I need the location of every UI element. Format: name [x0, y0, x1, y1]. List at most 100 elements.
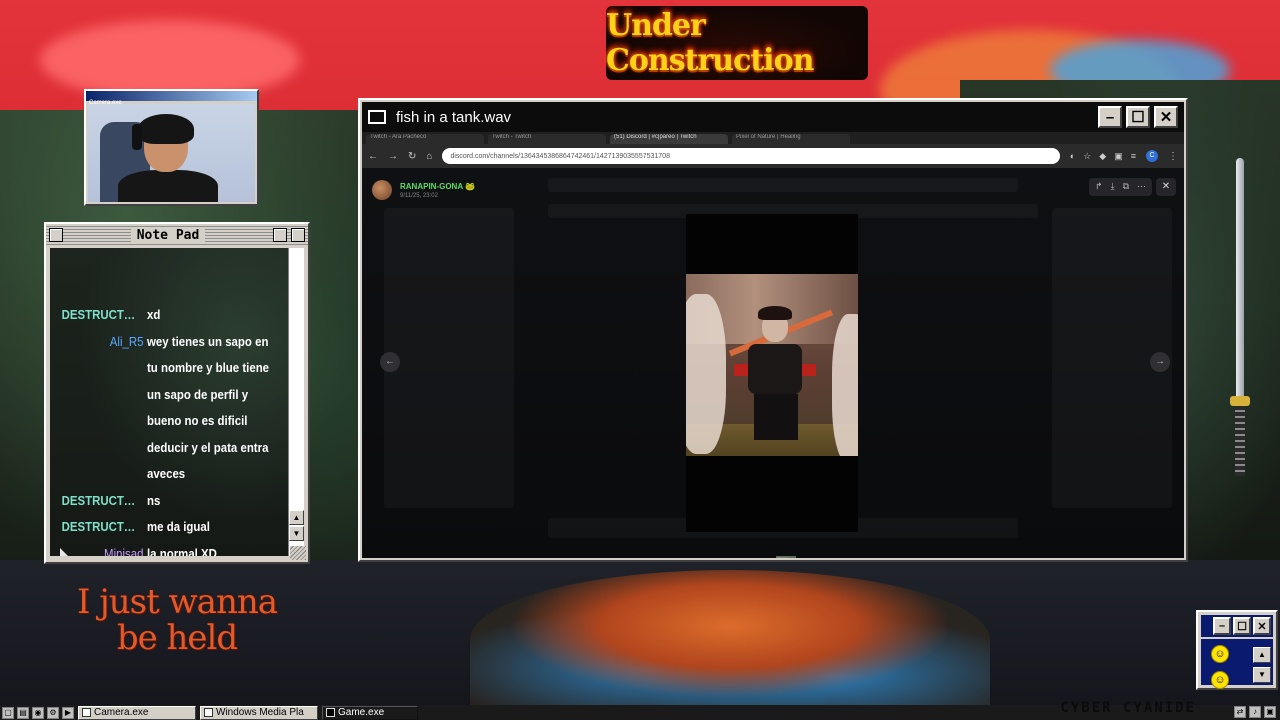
forward-share-icon[interactable]: ↱: [1095, 181, 1103, 193]
home-icon[interactable]: ⌂: [426, 151, 432, 162]
chat-text: la normal XD: [147, 545, 217, 557]
browser-tab[interactable]: Twitch - Ara Pacheco: [366, 134, 484, 144]
smiley-icon: ☺: [1211, 671, 1229, 689]
maximize-button[interactable]: ☐: [1126, 106, 1150, 128]
window-icon: [368, 110, 386, 124]
poster-name[interactable]: RANAPIN-GONA 🐸: [400, 182, 475, 191]
media-control-icon[interactable]: ≡: [1131, 151, 1136, 162]
eye-off-icon[interactable]: ◐: [1070, 151, 1075, 162]
widget-close-button[interactable]: ✕: [1253, 617, 1271, 635]
quick-launch-icon[interactable]: ⚙: [47, 706, 59, 719]
katana-grip: [1235, 406, 1245, 476]
taskbar-game[interactable]: Game.exe: [322, 705, 418, 720]
camera-app-icon: [82, 708, 91, 717]
sky-highlight: [40, 20, 300, 100]
caption-line-2: be held: [116, 618, 238, 658]
media-hand-right: [832, 314, 858, 456]
widget-titlebar[interactable]: – ☐ ✕: [1201, 615, 1273, 637]
media-window-titlebar[interactable]: fish in a tank.wav – ☐ ✕: [362, 102, 1184, 132]
close-button[interactable]: ✕: [1154, 106, 1178, 128]
forward-arrow-icon[interactable]: →: [388, 151, 398, 162]
star-icon[interactable]: ☆: [1083, 151, 1091, 162]
media-figure-hair: [758, 306, 792, 320]
chat-username: DESTRUCTOR...: [61, 519, 147, 534]
chat-text: ns: [147, 492, 161, 508]
dimmed-channel-header: [548, 178, 1018, 192]
webcam-feed: [88, 104, 255, 202]
chat-text: xd: [147, 307, 161, 322]
taskbar-media-player[interactable]: Windows Media Pla: [200, 705, 318, 720]
widget-minimize-button[interactable]: –: [1213, 617, 1231, 635]
browser-tab-active[interactable]: (51) Discord | #c|pareo | Twitch: [610, 134, 728, 144]
chat-text: me da igual: [147, 519, 210, 534]
camera-window-titlebar[interactable]: Camera.exe: [86, 91, 257, 106]
viewer-close-icon[interactable]: ✕: [1156, 178, 1176, 196]
chat-message: Ali_R5 wey tienes un sapo en tu nombre y…: [50, 329, 290, 488]
profile-avatar[interactable]: C: [1146, 150, 1158, 162]
notepad-scrollbar[interactable]: ▲ ▼: [288, 248, 304, 556]
browser-tab-strip: Twitch - Ara Pacheco Twitch - Twitch (51…: [362, 132, 1184, 144]
previous-media-icon[interactable]: ←: [380, 352, 400, 372]
banner-text: Under Construction: [606, 8, 814, 78]
browser-capture: Twitch - Ara Pacheco Twitch - Twitch (51…: [362, 132, 1184, 558]
collapse-box-icon[interactable]: [291, 228, 305, 242]
game-app-icon: [326, 708, 335, 717]
resize-grip-icon[interactable]: [290, 546, 306, 560]
back-arrow-icon[interactable]: ←: [368, 151, 378, 162]
notepad-titlebar[interactable]: Note Pad: [46, 224, 308, 246]
discord-media-viewer: RANAPIN-GONA 🐸 9/11/25, 23:02 ↱ ⤓ ⧉ ⋯ ✕ …: [362, 168, 1184, 558]
scroll-down-arrow-icon[interactable]: ▼: [289, 526, 304, 541]
show-desktop-icon[interactable]: ▢: [2, 706, 14, 719]
tray-app-icon[interactable]: ▣: [1264, 706, 1276, 718]
chat-username: DESTRUCTOR...: [61, 492, 147, 508]
streamer-shirt: [118, 170, 218, 202]
browser-tab[interactable]: Pixel of Nature | Healing: [732, 134, 850, 144]
next-media-icon[interactable]: →: [1150, 352, 1170, 372]
browser-tab[interactable]: Twitch - Twitch: [488, 134, 606, 144]
system-tray: ⇄ ♪ ▣: [1234, 706, 1276, 718]
scroll-up-arrow-icon[interactable]: ▲: [289, 510, 304, 525]
more-icon[interactable]: ⋯: [1137, 181, 1146, 193]
smiley-widget-window[interactable]: – ☐ ✕ ☺ ☺ ▲ ▼: [1196, 610, 1278, 690]
chat-message: DESTRUCTOR... ns: [50, 488, 290, 515]
widget-down-arrow-icon[interactable]: ▼: [1253, 667, 1271, 683]
tray-volume-icon[interactable]: ♪: [1249, 706, 1261, 718]
download-icon[interactable]: ⤓: [1111, 181, 1115, 193]
media-player-icon: [204, 708, 213, 717]
media-thumbnail[interactable]: [776, 556, 796, 558]
close-box-icon[interactable]: [49, 228, 63, 242]
minimize-button[interactable]: –: [1098, 106, 1122, 128]
katana-guard: [1230, 396, 1250, 406]
media-window[interactable]: fish in a tank.wav – ☐ ✕ Twitch - Ara Pa…: [358, 98, 1188, 562]
quick-launch: ▢ ▤ ◉ ⚙ ▶: [2, 706, 74, 719]
smiley-icon: ☺: [1211, 645, 1229, 663]
poster-avatar[interactable]: [372, 180, 392, 200]
reload-icon[interactable]: ↻: [408, 151, 416, 162]
open-external-icon[interactable]: ⧉: [1123, 181, 1129, 193]
media-preview[interactable]: [686, 274, 858, 456]
camera-window[interactable]: Camera.exe: [84, 89, 259, 206]
taskbar-camera[interactable]: Camera.exe: [78, 705, 196, 720]
media-window-title: fish in a tank.wav: [396, 108, 512, 126]
poster-date: 9/11/25, 23:02: [400, 192, 438, 199]
zoom-box-icon[interactable]: [273, 228, 287, 242]
quick-launch-icon[interactable]: ▤: [17, 706, 29, 719]
quick-launch-icon[interactable]: ▶: [62, 706, 74, 719]
address-bar[interactable]: discord.com/channels/1364345386864742461…: [442, 148, 1060, 164]
widget-maximize-button[interactable]: ☐: [1233, 617, 1251, 635]
widget-up-arrow-icon[interactable]: ▲: [1253, 647, 1271, 663]
menu-dots-icon[interactable]: ⋮: [1168, 151, 1178, 162]
puzzle-icon[interactable]: ▣: [1114, 151, 1123, 162]
under-construction-banner: Under Construction: [606, 6, 868, 80]
tray-network-icon[interactable]: ⇄: [1234, 706, 1246, 718]
quick-launch-icon[interactable]: ◉: [32, 706, 44, 719]
taskbar-item-label: Camera.exe: [94, 707, 149, 718]
poster-info: RANAPIN-GONA 🐸 9/11/25, 23:02: [372, 180, 475, 200]
dimmed-channel-list: [384, 208, 514, 508]
notepad-window[interactable]: Note Pad DESTRUCTOR... xd Ali_R5 wey tie…: [44, 222, 310, 564]
brand-text: CYBER CYANIDE: [1060, 700, 1196, 716]
extension-icon[interactable]: ◆: [1099, 151, 1106, 162]
notepad-title: Note Pad: [67, 227, 269, 243]
chat-message: DESTRUCTOR... xd: [50, 302, 290, 329]
hill-reflection: [470, 570, 990, 710]
